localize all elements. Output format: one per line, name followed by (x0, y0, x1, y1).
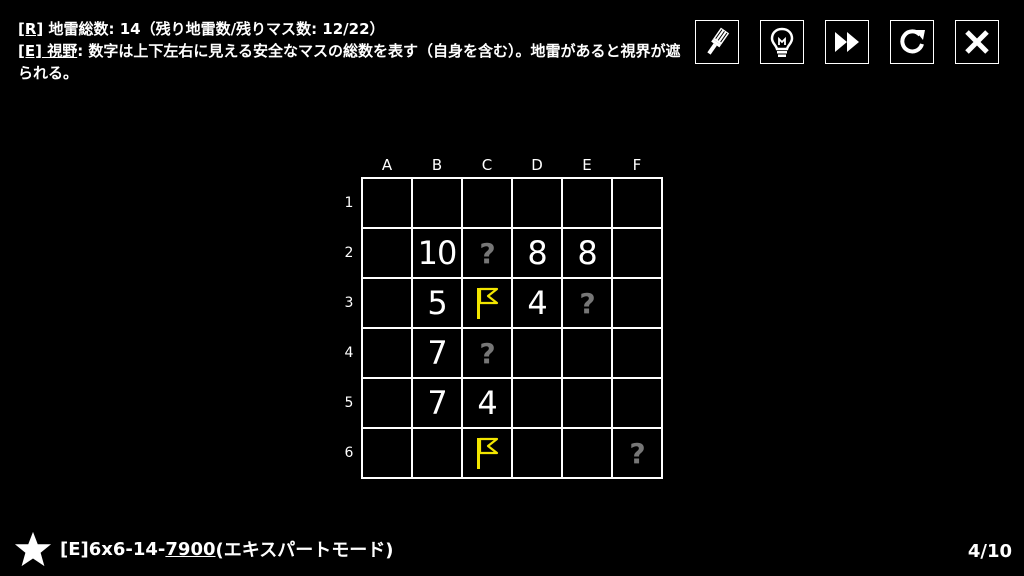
board-cell-A5[interactable] (363, 379, 413, 429)
page-counter: 4/10 (967, 541, 1012, 562)
close-button[interactable] (955, 20, 999, 64)
board-cell-C5[interactable]: 4 (463, 379, 513, 429)
rule-description: [E] 視野: 数字は上下左右に見える安全なマスの総数を表す（自身を含む）。地雷… (18, 40, 683, 84)
board-cell-B5[interactable]: 7 (413, 379, 463, 429)
column-label: C (481, 156, 493, 174)
board-cell-A1[interactable] (363, 179, 413, 229)
board-cell-F6[interactable]: ? (613, 429, 663, 479)
board-cell-C1[interactable] (463, 179, 513, 229)
board-cell-B4[interactable]: 7 (413, 329, 463, 379)
brush-button[interactable] (695, 20, 739, 64)
puzzle-id-code[interactable]: 7900 (165, 539, 215, 560)
cell-number: 5 (427, 284, 447, 322)
board-cell-B6[interactable] (413, 429, 463, 479)
row-label: 3 (344, 295, 354, 311)
restart-button[interactable] (890, 20, 934, 64)
board-cell-B1[interactable] (413, 179, 463, 229)
board-cell-E3[interactable]: ? (563, 279, 613, 329)
brush-icon (707, 27, 730, 55)
row-label: 4 (344, 345, 354, 361)
board-cell-F1[interactable] (613, 179, 663, 229)
board-cell-E5[interactable] (563, 379, 613, 429)
row-labels: 1 2 3 4 5 6 (336, 178, 362, 478)
rule-name: 視野 (41, 42, 78, 60)
board-cell-F2[interactable] (613, 229, 663, 279)
board-cell-A6[interactable] (363, 429, 413, 479)
board-cell-F5[interactable] (613, 379, 663, 429)
puzzle-id-prefix: [E]6x6-14- (60, 538, 166, 560)
rule-text: : 数字は上下左右に見える安全なマスの総数を表す（自身を含む）。地雷があると視界… (18, 42, 681, 82)
rule-tag-e: [E] (18, 42, 42, 60)
board-cell-B3[interactable]: 5 (413, 279, 463, 329)
board-cell-F4[interactable] (613, 329, 663, 379)
board-cell-A2[interactable] (363, 229, 413, 279)
board-cell-D3[interactable]: 4 (513, 279, 563, 329)
close-icon (965, 30, 989, 54)
board-cell-E1[interactable] (563, 179, 613, 229)
board-cell-C2[interactable]: ? (463, 229, 513, 279)
board-cell-A3[interactable] (363, 279, 413, 329)
column-label: E (582, 156, 592, 174)
flag-icon (477, 437, 499, 469)
board-cell-D2[interactable]: 8 (513, 229, 563, 279)
board-cell-C6[interactable] (463, 429, 513, 479)
cell-number: 7 (427, 334, 447, 372)
lightbulb-icon (770, 27, 794, 57)
board-cell-E2[interactable]: 8 (563, 229, 613, 279)
star-icon (14, 531, 52, 567)
board-cell-E4[interactable] (563, 329, 613, 379)
toolbar (695, 20, 999, 64)
column-label: F (632, 156, 642, 174)
board-cell-C4[interactable]: ? (463, 329, 513, 379)
cell-number: 7 (427, 384, 447, 422)
column-label: A (381, 156, 393, 174)
board-cell-A4[interactable] (363, 329, 413, 379)
board-cell-D1[interactable] (513, 179, 563, 229)
board-cell-C3[interactable] (463, 279, 513, 329)
cell-number: 10 (417, 234, 458, 272)
cell-number: 4 (527, 284, 547, 322)
board-cell-B2[interactable]: 10 (413, 229, 463, 279)
row-label: 6 (344, 445, 354, 461)
mine-count-text: 地雷総数: 14（残り地雷数/残りマス数: 12/22） (43, 20, 385, 38)
flag-icon (477, 287, 499, 319)
unknown-mark: ? (579, 286, 595, 320)
board-cell-E6[interactable] (563, 429, 613, 479)
restart-icon (900, 29, 925, 54)
row-label: 1 (344, 195, 354, 211)
unknown-mark: ? (479, 236, 495, 270)
mine-count-line: [R] 地雷総数: 14（残り地雷数/残りマス数: 12/22） (18, 18, 683, 40)
unknown-mark: ? (479, 336, 495, 370)
row-label: 5 (344, 395, 354, 411)
row-label: 2 (344, 245, 354, 261)
footer: [E]6x6-14- 7900 (エキスパートモード) (14, 530, 393, 568)
rule-tag-r: [R] (18, 20, 44, 38)
column-label: B (431, 156, 443, 174)
unknown-mark: ? (629, 436, 645, 470)
board-cell-D4[interactable] (513, 329, 563, 379)
column-label: D (531, 156, 543, 174)
hint-button[interactable] (760, 20, 804, 64)
column-labels: A B C D E F (362, 156, 662, 174)
board-cell-D5[interactable] (513, 379, 563, 429)
cell-number: 4 (477, 384, 497, 422)
puzzle-mode: (エキスパートモード) (215, 540, 394, 561)
cell-number: 8 (527, 234, 547, 272)
minesweeper-board: 10? 8 8 5 4? 7? 7 4? (361, 177, 663, 479)
cell-number: 8 (577, 234, 597, 272)
board-cell-D6[interactable] (513, 429, 563, 479)
board-cell-F3[interactable] (613, 279, 663, 329)
puzzle-info: [R] 地雷総数: 14（残り地雷数/残りマス数: 12/22） [E] 視野:… (18, 18, 683, 84)
fast-forward-button[interactable] (825, 20, 869, 64)
fast-forward-icon (835, 32, 859, 52)
